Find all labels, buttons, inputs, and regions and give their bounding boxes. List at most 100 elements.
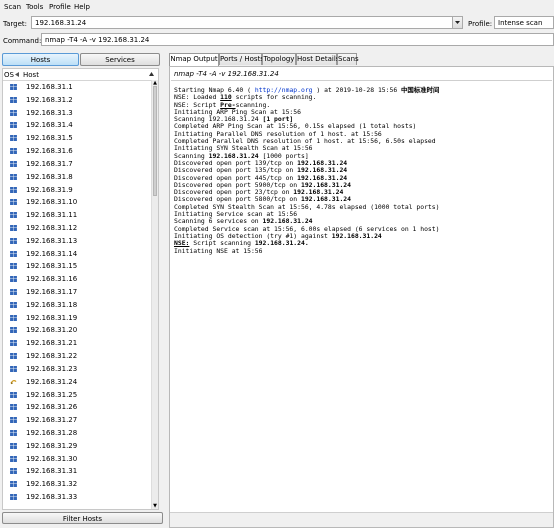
windows-icon	[10, 199, 17, 206]
host-row[interactable]: 192.168.31.17	[3, 286, 153, 299]
host-row[interactable]: 192.168.31.16	[3, 273, 153, 286]
profile-label: Profile:	[468, 20, 493, 28]
tab-nmap-output[interactable]: Nmap Output	[169, 53, 219, 66]
menu-tools[interactable]: Tools	[26, 3, 43, 11]
windows-icon	[10, 494, 17, 500]
host-row[interactable]: 192.168.31.11	[3, 209, 153, 222]
host-row[interactable]: 192.168.31.33	[3, 491, 153, 504]
host-row[interactable]: 192.168.31.32	[3, 478, 153, 491]
host-ip: 192.168.31.18	[26, 300, 78, 309]
scrollbar-thumb[interactable]	[153, 86, 157, 196]
windows-icon	[10, 148, 17, 155]
windows-icon	[10, 353, 17, 360]
tab-scans[interactable]: Scans	[337, 53, 359, 65]
host-row[interactable]: 192.168.31.12	[3, 222, 153, 235]
host-ip: 192.168.31.7	[26, 159, 73, 168]
host-row[interactable]: 192.168.31.18	[3, 299, 153, 312]
windows-icon	[10, 417, 17, 424]
scroll-down-icon[interactable]: ▼	[152, 503, 158, 509]
host-row[interactable]: 192.168.31.26	[3, 401, 153, 414]
host-ip: 192.168.31.22	[26, 352, 78, 361]
host-row[interactable]: 192.168.31.1	[3, 81, 153, 94]
hosts-button[interactable]: Hosts	[2, 53, 79, 66]
host-ip: 192.168.31.9	[26, 185, 73, 194]
profile-value: Intense scan	[498, 19, 543, 27]
command-label: Command:	[3, 37, 42, 45]
host-row[interactable]: 192.168.31.10	[3, 196, 153, 209]
target-combobox[interactable]: 192.168.31.24	[31, 16, 463, 29]
tab-topology[interactable]: Topology	[262, 53, 296, 65]
nmap-output-text[interactable]: Starting Nmap 6.40 ( http://nmap.org ) a…	[174, 86, 549, 255]
hosts-scrollbar[interactable]: ▲ ▼	[151, 80, 158, 509]
target-dropdown-arrow[interactable]	[452, 17, 462, 28]
windows-icon	[10, 135, 17, 142]
windows-icon	[10, 186, 17, 193]
tab-host-details[interactable]: Host Details	[296, 53, 339, 65]
command-input[interactable]: nmap -T4 -A -v 192.168.31.24	[41, 33, 554, 46]
windows-icon	[10, 391, 17, 398]
tab-ports-hosts[interactable]: Ports / Hosts	[219, 53, 264, 65]
host-row[interactable]: 192.168.31.25	[3, 389, 153, 402]
host-ip: 192.168.31.11	[26, 211, 78, 220]
host-row[interactable]: 192.168.31.27	[3, 414, 153, 427]
target-label: Target:	[3, 20, 28, 28]
menu-profile[interactable]: Profile	[49, 3, 71, 11]
services-button[interactable]: Services	[80, 53, 160, 66]
windows-icon	[10, 455, 17, 462]
host-row[interactable]: 192.168.31.5	[3, 132, 153, 145]
profile-combobox[interactable]: Intense scan	[494, 16, 554, 29]
menu-help[interactable]: Help	[74, 3, 90, 11]
os-column-header[interactable]: OS	[4, 71, 14, 79]
host-row[interactable]: 192.168.31.8	[3, 171, 153, 184]
hosts-panel: OS Host 192.168.31.1 192.168.31.2 192.168.…	[2, 68, 159, 510]
windows-icon	[10, 224, 17, 231]
host-row[interactable]: 192.168.31.31	[3, 465, 153, 478]
host-row[interactable]: 192.168.31.3	[3, 107, 153, 120]
host-row[interactable]: 192.168.31.6	[3, 145, 153, 158]
nmap-output-panel: nmap -T4 -A -v 192.168.31.24 Starting Nm…	[169, 66, 554, 528]
host-ip: 192.168.31.12	[26, 223, 78, 232]
host-ip: 192.168.31.23	[26, 364, 78, 373]
host-ip: 192.168.31.29	[26, 441, 78, 450]
host-ip: 192.168.31.28	[26, 428, 78, 437]
windows-icon	[10, 212, 17, 219]
host-row[interactable]: 192.168.31.24	[3, 376, 153, 389]
windows-icon	[10, 237, 17, 244]
host-row[interactable]: 192.168.31.2	[3, 94, 153, 107]
os-unknown-icon	[10, 379, 17, 384]
host-ip: 192.168.31.25	[26, 390, 78, 399]
host-ip: 192.168.31.13	[26, 236, 78, 245]
host-row[interactable]: 192.168.31.21	[3, 337, 153, 350]
host-row[interactable]: 192.168.31.14	[3, 248, 153, 261]
sort-ascending-icon[interactable]	[149, 72, 154, 76]
host-ip: 192.168.31.16	[26, 275, 78, 284]
menu-scan[interactable]: Scan	[4, 3, 21, 11]
windows-icon	[10, 327, 17, 334]
windows-icon	[10, 340, 17, 347]
host-row[interactable]: 192.168.31.23	[3, 363, 153, 376]
filter-hosts-button[interactable]: Filter Hosts	[2, 512, 163, 524]
host-row[interactable]: 192.168.31.30	[3, 453, 153, 466]
windows-icon	[10, 250, 17, 257]
host-ip: 192.168.31.3	[26, 108, 73, 117]
host-row[interactable]: 192.168.31.22	[3, 350, 153, 363]
windows-icon	[10, 84, 17, 90]
host-row[interactable]: 192.168.31.9	[3, 184, 153, 197]
menu-bar: Scan Tools Profile Help	[0, 0, 554, 13]
host-row[interactable]: 192.168.31.15	[3, 260, 153, 273]
host-row[interactable]: 192.168.31.13	[3, 235, 153, 248]
host-row[interactable]: 192.168.31.19	[3, 312, 153, 325]
host-row[interactable]: 192.168.31.29	[3, 440, 153, 453]
host-list: 192.168.31.1 192.168.31.2 192.168.31.3 192.…	[3, 81, 153, 504]
host-row[interactable]: 192.168.31.28	[3, 427, 153, 440]
windows-icon	[10, 481, 17, 488]
command-value: nmap -T4 -A -v 192.168.31.24	[45, 36, 150, 44]
chevron-down-icon	[455, 21, 460, 24]
host-row[interactable]: 192.168.31.20	[3, 324, 153, 337]
windows-icon	[10, 365, 17, 372]
host-row[interactable]: 192.168.31.7	[3, 158, 153, 171]
host-ip: 192.168.31.32	[26, 480, 78, 489]
host-row[interactable]: 192.168.31.4	[3, 119, 153, 132]
host-column-header[interactable]: Host	[23, 71, 39, 79]
output-bottom-bar	[170, 512, 553, 527]
